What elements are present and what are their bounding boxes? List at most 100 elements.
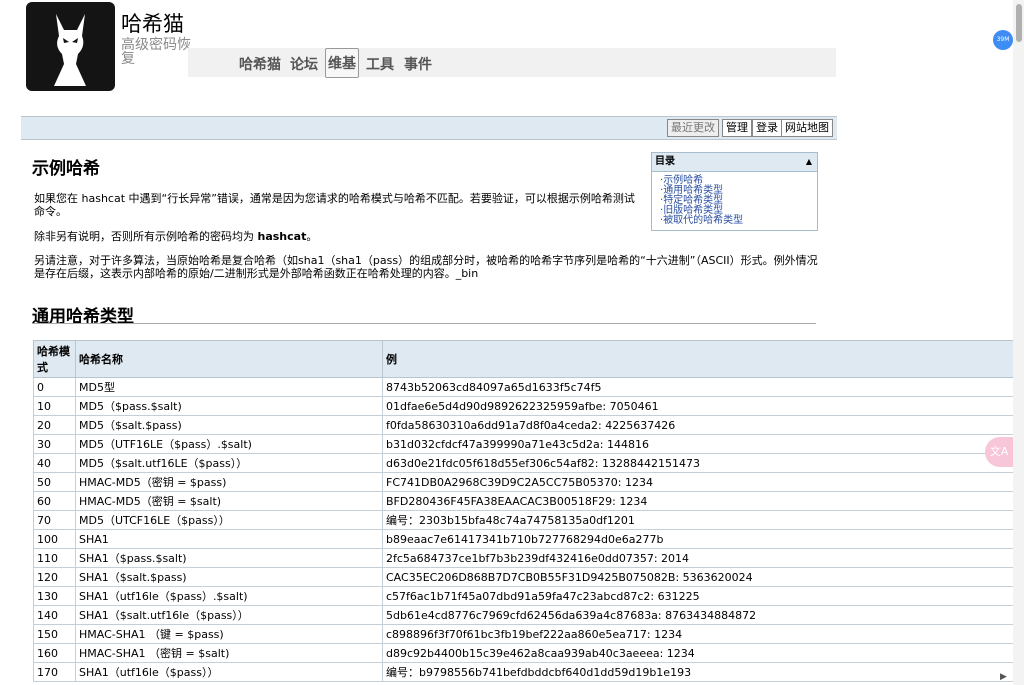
- hash-name-cell: SHA1（utf16le（$pass）.$salt): [75, 586, 383, 606]
- table-row: 160 HMAC-SHA1 （密钥 = $salt) d89c92b4400b15c…: [33, 643, 1018, 663]
- hash-mode-cell: 70: [33, 510, 76, 530]
- nav-tools[interactable]: 工具: [364, 52, 396, 76]
- table-row: 10 MD5（$pass.$salt) 01dfae6e5d4d90d9892622…: [33, 396, 1018, 416]
- hash-mode-cell: 120: [33, 567, 76, 587]
- toc-list: ·示例哈希 ·通用哈希类型 ·特定哈希类型 ·旧版哈希类型 ·被取代的哈希类型: [652, 172, 817, 230]
- hash-mode-cell: 150: [33, 624, 76, 644]
- table-row: 150 HMAC-SHA1 （键 = $pass) c898896f3f70f61b…: [33, 624, 1018, 644]
- hash-example-cell: BFD280436F45FA38EAACAC3B00518F29: 1234: [382, 491, 1018, 511]
- hash-example-cell: 2fc5a684737ce1bf7b3b239df432416e0dd07357…: [382, 548, 1018, 568]
- hash-name-cell: MD5（UTCF16LE（$pass））: [75, 510, 383, 530]
- hash-mode-cell: 40: [33, 453, 76, 473]
- hash-mode-cell: 60: [33, 491, 76, 511]
- vertical-scrollbar[interactable]: [1013, 0, 1024, 685]
- table-row: 120 SHA1（$salt.$pass) CAC35EC206D868B7D7CB…: [33, 567, 1018, 587]
- col-example: 例: [382, 340, 1018, 378]
- paragraph-default-password: 除非另有说明，否则所有示例哈希的密码均为 hashcat。: [34, 230, 318, 243]
- hash-name-cell: HMAC-SHA1 （密钥 = $salt): [75, 643, 383, 663]
- table-row: 100 SHA1 b89eaac7e61417341b710b727768294d0…: [33, 529, 1018, 549]
- table-row: 50 HMAC-MD5（密钥 = $pass) FC741DB0A2968C39D9…: [33, 472, 1018, 492]
- toc-collapse-icon[interactable]: ▲: [806, 153, 812, 171]
- login-button[interactable]: 登录: [752, 119, 782, 137]
- hash-name-cell: HMAC-MD5（密钥 = $salt): [75, 491, 383, 511]
- hash-mode-cell: 170: [33, 662, 76, 682]
- nav-hashcat[interactable]: 哈希猫: [237, 52, 283, 76]
- hash-mode-cell: 130: [33, 586, 76, 606]
- hash-example-cell: 8743b52063cd84097a65d1633f5c74f5: [382, 377, 1018, 397]
- hash-example-cell: f0fda58630310a6dd91a7d8f0a4ceda2: 422563…: [382, 415, 1018, 435]
- hash-name-cell: MD5型: [75, 377, 383, 397]
- hashcat-logo[interactable]: [26, 2, 115, 91]
- hash-name-cell: MD5（UTF16LE（$pass）.$salt): [75, 434, 383, 454]
- hash-example-cell: d63d0e21fdc05f618d55ef306c54af82: 132884…: [382, 453, 1018, 473]
- hash-example-cell: b31d032cfdcf47a399990a71e43c5d2a: 144816: [382, 434, 1018, 454]
- table-row: 110 SHA1（$pass.$salt) 2fc5a684737ce1bf7b3b…: [33, 548, 1018, 568]
- hash-example-cell: c898896f3f70f61bc3fb19bef222aa860e5ea717…: [382, 624, 1018, 644]
- hash-types-table: 哈希模式 哈希名称 例 0 MD5型 8743b52063cd84097a65d16…: [33, 340, 1018, 682]
- nav-wiki[interactable]: 维基: [325, 48, 359, 78]
- hash-name-cell: HMAC-SHA1 （键 = $pass): [75, 624, 383, 644]
- hash-mode-cell: 20: [33, 415, 76, 435]
- hash-example-cell: d89c92b4400b15c39e462a8caa939ab40c3aeeea…: [382, 643, 1018, 663]
- hash-mode-cell: 10: [33, 396, 76, 416]
- hash-example-cell: c57f6ac1b71f45a07dbd91a59fa47c23abcd87c2…: [382, 586, 1018, 606]
- table-row: 20 MD5（$salt.$pass) f0fda58630310a6dd91a7d…: [33, 415, 1018, 435]
- site-title[interactable]: 哈希猫: [121, 8, 184, 38]
- table-row: 140 SHA1（$salt.utf16le（$pass）） 5db61e4cd87…: [33, 605, 1018, 625]
- hash-name-cell: MD5（$salt.$pass): [75, 415, 383, 435]
- hash-name-cell: MD5（$pass.$salt): [75, 396, 383, 416]
- password-hashcat: hashcat: [257, 230, 307, 243]
- hash-name-cell: SHA1: [75, 529, 383, 549]
- scrollbar-thumb[interactable]: [1016, 4, 1022, 42]
- table-header-row: 哈希模式 哈希名称 例: [33, 340, 1018, 378]
- toc-item[interactable]: ·被取代的哈希类型: [660, 216, 817, 226]
- hash-example-cell: 编号：2303b15bfa48c74a74758135a0df1201: [382, 510, 1018, 530]
- hash-mode-cell: 140: [33, 605, 76, 625]
- cat-logo-icon: [54, 14, 86, 86]
- table-row: 60 HMAC-MD5（密钥 = $salt) BFD280436F45FA38EA…: [33, 491, 1018, 511]
- hash-name-cell: SHA1（$salt.utf16le（$pass））: [75, 605, 383, 625]
- top-navigation: 哈希猫 论坛 维基 工具 事件: [188, 48, 836, 78]
- action-bar: 最近更改 管理 登录 网站地图: [21, 116, 837, 140]
- hash-example-cell: FC741DB0A2968C39D9C2A5CC75B05370: 1234: [382, 472, 1018, 492]
- toc-header: 目录 ▲: [652, 153, 817, 172]
- hash-example-cell: 5db61e4cd8776c7969cfd62456da639a4c87683a…: [382, 605, 1018, 625]
- hash-name-cell: SHA1（utf16le（$pass））: [75, 662, 383, 682]
- hash-mode-cell: 110: [33, 548, 76, 568]
- paragraph-compound-hash: 另请注意，对于许多算法，当原始哈希是复合哈希（如sha1（sha1（pass）的…: [34, 254, 818, 280]
- sitemap-button[interactable]: 网站地图: [781, 119, 833, 137]
- scroll-right-icon[interactable]: ▶: [1000, 672, 1007, 682]
- recent-changes-button[interactable]: 最近更改: [667, 119, 719, 137]
- hash-example-cell: 01dfae6e5d4d90d9892622325959afbe: 705046…: [382, 396, 1018, 416]
- hash-name-cell: SHA1（$salt.$pass): [75, 567, 383, 587]
- col-hash-mode: 哈希模式: [33, 340, 76, 378]
- hash-example-cell: CAC35EC206D868B7D7CB0B55F31D9425B075082B…: [382, 567, 1018, 587]
- hash-name-cell: MD5（$salt.utf16LE（$pass））: [75, 453, 383, 473]
- nav-events[interactable]: 事件: [402, 52, 434, 76]
- manage-button[interactable]: 管理: [722, 119, 752, 137]
- hash-name-cell: SHA1（$pass.$salt): [75, 548, 383, 568]
- toc-title: 目录: [655, 156, 675, 167]
- hash-name-cell: HMAC-MD5（密钥 = $pass): [75, 472, 383, 492]
- hash-mode-cell: 30: [33, 434, 76, 454]
- paragraph-line-length: 如果您在 hashcat 中遇到“行长异常”错误，通常是因为您请求的哈希模式与哈…: [34, 192, 635, 218]
- table-of-contents: 目录 ▲ ·示例哈希 ·通用哈希类型 ·特定哈希类型 ·旧版哈希类型 ·被取代的…: [651, 152, 818, 231]
- translate-icon[interactable]: 文A: [985, 437, 1013, 467]
- table-row: 170 SHA1（utf16le（$pass）） 编号：b9798556b741be…: [33, 662, 1018, 682]
- section-divider: [32, 323, 816, 324]
- table-row: 0 MD5型 8743b52063cd84097a65d1633f5c74f5: [33, 377, 1018, 397]
- hash-example-cell: b89eaac7e61417341b710b727768294d0e6a277b: [382, 529, 1018, 549]
- table-row: 40 MD5（$salt.utf16LE（$pass）） d63d0e21fdc05…: [33, 453, 1018, 473]
- col-hash-name: 哈希名称: [75, 340, 383, 378]
- hash-mode-cell: 160: [33, 643, 76, 663]
- nav-forum[interactable]: 论坛: [288, 52, 320, 76]
- table-row: 30 MD5（UTF16LE（$pass）.$salt) b31d032cfdcf4…: [33, 434, 1018, 454]
- heading-example-hashes: 示例哈希: [32, 159, 100, 179]
- hash-mode-cell: 0: [33, 377, 76, 397]
- table-row: 70 MD5（UTCF16LE（$pass）） 编号：2303b15bfa48c74…: [33, 510, 1018, 530]
- hash-example-cell: 编号：b9798556b741befdbddcbf640d1dd59d19b1e…: [382, 662, 1018, 682]
- table-row: 130 SHA1（utf16le（$pass）.$salt) c57f6ac1b71…: [33, 586, 1018, 606]
- hash-mode-cell: 100: [33, 529, 76, 549]
- extension-badge[interactable]: 39M: [993, 30, 1013, 50]
- site-subtitle: 高级密码恢复: [121, 37, 191, 67]
